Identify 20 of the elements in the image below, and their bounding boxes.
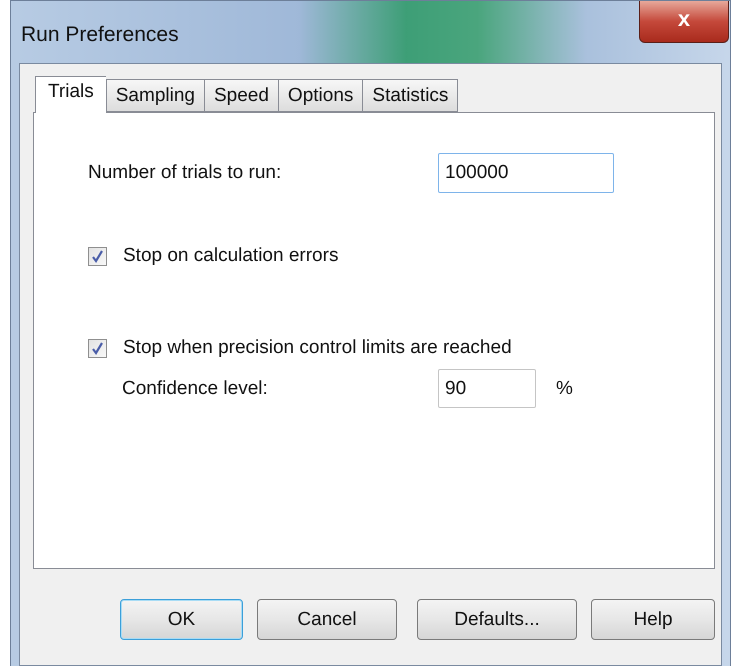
checkbox-label: Stop when precision control limits are reached bbox=[123, 337, 512, 359]
tab[interactable]: Options bbox=[278, 79, 362, 112]
tab[interactable]: Statistics bbox=[362, 79, 458, 112]
field-label: Number of trials to run: bbox=[88, 162, 282, 184]
dialog-button[interactable]: Defaults... bbox=[417, 599, 577, 640]
dialog-button[interactable]: OK bbox=[120, 599, 243, 640]
checkbox[interactable] bbox=[88, 338, 107, 358]
tab[interactable]: Sampling bbox=[106, 79, 204, 112]
checkbox[interactable] bbox=[88, 246, 107, 266]
tab[interactable]: Speed bbox=[204, 79, 278, 112]
field-label: Confidence level: bbox=[122, 378, 269, 400]
dialog-button[interactable]: Cancel bbox=[257, 599, 397, 640]
input-field[interactable]: 100000 bbox=[438, 153, 614, 193]
input-field[interactable]: 90 bbox=[438, 369, 536, 408]
tab[interactable]: Trials bbox=[35, 76, 106, 113]
window-title: Run Preferences bbox=[21, 23, 179, 47]
dialog-button[interactable]: Help bbox=[591, 599, 715, 640]
checkbox-label: Stop on calculation errors bbox=[123, 245, 338, 267]
close-button[interactable]: x bbox=[639, 1, 729, 43]
unit-label: % bbox=[556, 378, 574, 400]
